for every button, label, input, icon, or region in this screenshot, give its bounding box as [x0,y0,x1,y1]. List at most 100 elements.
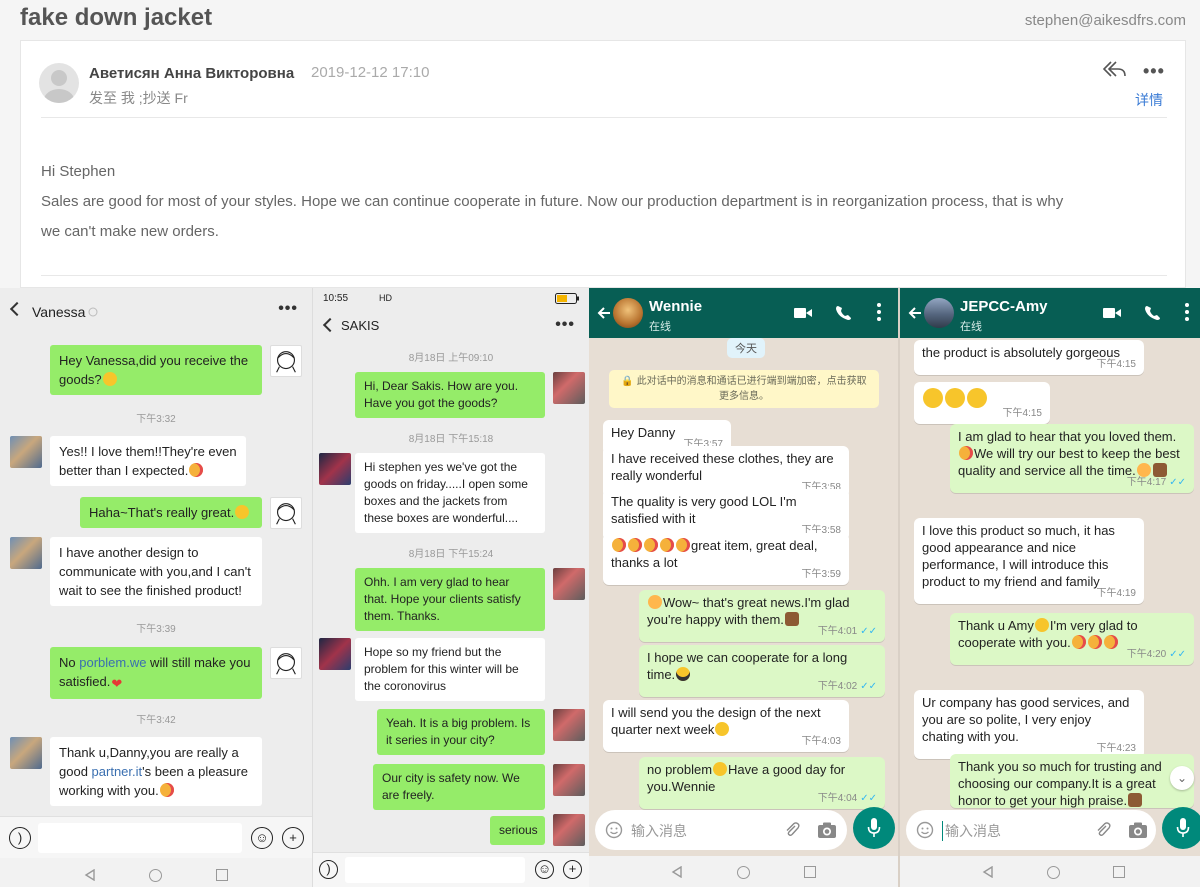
message-link[interactable]: porblem.we [79,655,146,670]
android-navbar [589,856,898,887]
contact-name: SAKIS [341,318,380,333]
chat-header: Wennie 在线 [589,288,898,338]
voice-icon[interactable]: ) [9,827,31,849]
back-icon[interactable] [9,301,25,317]
emoji-icon[interactable]: ☺ [535,860,554,879]
contact-name[interactable]: JEPCC-Amy [960,298,1048,315]
message-time: 下午4:02 ✓✓ [817,681,877,692]
message-bubble-out: Ohh. I am very glad to hear that. Hope y… [355,568,545,631]
attach-icon[interactable] [783,821,801,839]
avatar[interactable] [553,814,585,846]
avatar[interactable] [553,709,585,741]
details-link[interactable]: 详情 [1135,90,1163,110]
nav-recent-icon[interactable] [1113,866,1125,878]
contact-name: Vanessa [32,304,86,320]
email-date: 2019-12-12 17:10 [311,64,430,81]
phone-call-icon[interactable] [1143,304,1163,322]
avatar[interactable] [10,537,42,569]
message-input[interactable]: 输入消息 [906,810,1156,850]
status-time: 10:55 [323,293,349,304]
wechat-chat-vanessa: Vanessa ••• Hey Vanessa,did you receive … [0,288,312,887]
kiss-emoji-icon [189,463,204,477]
emoji-icon[interactable]: ☺ [251,827,273,849]
avatar[interactable] [10,436,42,468]
email-card: Аветисян Анна Викторовна 2019-12-12 17:1… [20,40,1186,288]
mic-button[interactable] [853,807,895,849]
back-icon[interactable] [322,317,338,333]
more-icon[interactable]: ••• [555,316,575,334]
message-time: 下午4:20 ✓✓ [1126,649,1186,660]
smile-emoji-icon [715,722,730,736]
avatar[interactable] [270,647,302,679]
sender-name[interactable]: Аветисян Анна Викторовна [89,65,294,82]
message-input[interactable]: 输入消息 [595,810,847,850]
footer-divider [41,275,1167,276]
nav-back-icon[interactable] [671,866,683,878]
plus-icon[interactable]: + [563,860,582,879]
nav-back-icon[interactable] [982,866,994,878]
mic-icon [1176,818,1190,837]
collage: fake down jacket stephen@aikesdfrs.com А… [0,0,1200,887]
contact-name[interactable]: Wennie [649,298,702,315]
avatar[interactable] [319,638,351,670]
back-arrow-icon[interactable] [908,306,922,320]
chat-input-bar: ) ☺ + [313,852,589,887]
more-vert-icon[interactable] [1185,302,1189,322]
more-icon[interactable]: ••• [278,300,298,318]
camera-icon[interactable] [817,821,837,839]
nav-home-icon[interactable] [149,869,162,882]
muscle-emoji-icon [784,612,799,626]
camera-icon[interactable] [1128,821,1148,839]
message-time: 下午4:03 [801,736,841,747]
message-bubble-out: Wow~ that's great news.I'm glad you're h… [639,590,885,642]
time-separator: 8月18日 下午15:18 [408,434,494,445]
heart-emoji-icon: ❤ [111,676,123,691]
message-time: 下午3:59 [801,569,841,580]
read-ticks-icon: ✓✓ [860,681,877,692]
emoji-icon[interactable] [605,821,623,839]
back-arrow-icon[interactable] [597,306,611,320]
message-bubble-in: Yes!! I love them!!They're even better t… [50,436,246,486]
reply-all-icon[interactable] [1101,59,1127,79]
nav-back-icon[interactable] [84,869,96,881]
email-subject: fake down jacket [20,4,213,31]
message-input[interactable] [38,823,242,853]
header-divider [41,117,1167,118]
more-icon[interactable]: ••• [1143,61,1165,82]
message-bubble-out: I am glad to hear that you loved them.We… [950,424,1194,493]
mic-button[interactable] [1162,807,1200,849]
more-vert-icon[interactable] [877,302,881,322]
phone-call-icon[interactable] [834,304,854,322]
message-time: 下午4:04 ✓✓ [817,793,877,804]
avatar[interactable] [553,764,585,796]
message-link[interactable]: partner.it [92,764,143,779]
plus-icon[interactable]: + [282,827,304,849]
time-separator: 下午3:42 [136,715,176,726]
nav-recent-icon[interactable] [216,869,228,881]
kiss-emoji-icon [159,783,174,797]
avatar[interactable] [553,372,585,404]
avatar[interactable] [319,453,351,485]
video-call-icon[interactable] [1102,304,1122,322]
voice-icon[interactable]: ) [319,860,338,879]
avatar[interactable] [553,568,585,600]
attach-icon[interactable] [1094,821,1112,839]
message-input[interactable] [345,857,525,883]
nav-recent-icon[interactable] [804,866,816,878]
message-time: 下午4:17 ✓✓ [1126,477,1186,488]
emoji-icon[interactable] [916,821,934,839]
avatar[interactable] [270,497,302,529]
contact-avatar[interactable] [924,298,954,328]
message-bubble-in: 下午4:15 [914,382,1050,424]
contact-avatar[interactable] [613,298,643,328]
avatar[interactable] [270,345,302,377]
avatar[interactable] [10,737,42,769]
grin-emoji-icon [923,388,943,408]
kiss-emoji-icon [676,538,690,552]
nav-home-icon[interactable] [1047,866,1060,879]
nav-home-icon[interactable] [737,866,750,879]
encryption-notice[interactable]: 🔒 此对话中的消息和通话已进行端到端加密，点击获取更多信息。 [609,370,879,408]
scroll-down-button[interactable]: ⌄ [1170,766,1194,790]
time-separator: 下午3:39 [136,624,176,635]
video-call-icon[interactable] [793,304,813,322]
